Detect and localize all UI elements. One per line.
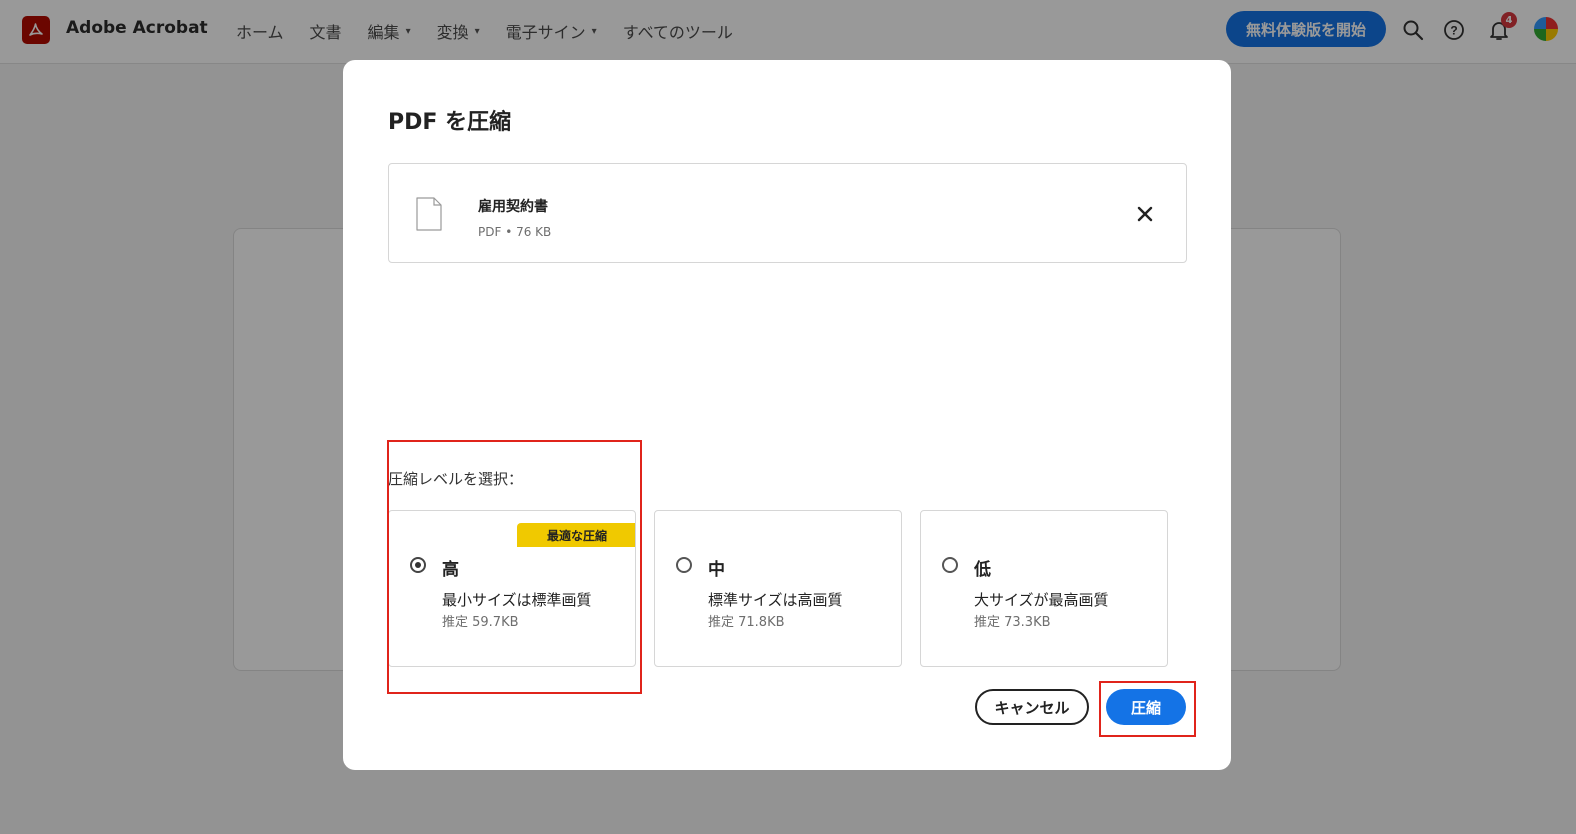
file-meta: PDF • 76 KB bbox=[478, 225, 552, 239]
option-estimate: 推定 73.3KB bbox=[974, 615, 1051, 630]
file-card: 雇用契約書 PDF • 76 KB bbox=[388, 163, 1187, 263]
option-title: 低 bbox=[974, 560, 991, 580]
file-name: 雇用契約書 bbox=[478, 199, 548, 215]
radio-high[interactable] bbox=[410, 557, 426, 573]
option-title: 高 bbox=[442, 560, 459, 580]
compression-option-high[interactable]: 最適な圧縮 高 最小サイズは標準画質 推定 59.7KB bbox=[388, 510, 636, 667]
option-title: 中 bbox=[708, 560, 725, 580]
close-icon bbox=[1137, 206, 1153, 222]
cancel-button[interactable]: キャンセル bbox=[975, 689, 1089, 725]
compression-option-low[interactable]: 低 大サイズが最高画質 推定 73.3KB bbox=[920, 510, 1168, 667]
radio-low[interactable] bbox=[942, 557, 958, 573]
option-description: 大サイズが最高画質 bbox=[974, 591, 1109, 609]
option-description: 最小サイズは標準画質 bbox=[442, 591, 592, 609]
best-compression-badge: 最適な圧縮 bbox=[517, 523, 635, 547]
compression-level-label: 圧縮レベルを選択： bbox=[388, 470, 524, 488]
compression-option-medium[interactable]: 中 標準サイズは高画質 推定 71.8KB bbox=[654, 510, 902, 667]
compress-button[interactable]: 圧縮 bbox=[1106, 689, 1186, 725]
radio-medium[interactable] bbox=[676, 557, 692, 573]
dialog-title: PDF を圧縮 bbox=[388, 110, 512, 135]
file-icon bbox=[415, 197, 443, 235]
option-estimate: 推定 59.7KB bbox=[442, 615, 519, 630]
option-estimate: 推定 71.8KB bbox=[708, 615, 785, 630]
option-description: 標準サイズは高画質 bbox=[708, 591, 843, 609]
remove-file-button[interactable] bbox=[1133, 202, 1157, 226]
compress-pdf-dialog: PDF を圧縮 雇用契約書 PDF • 76 KB 圧縮レベルを選択： 最適な圧… bbox=[343, 60, 1231, 770]
